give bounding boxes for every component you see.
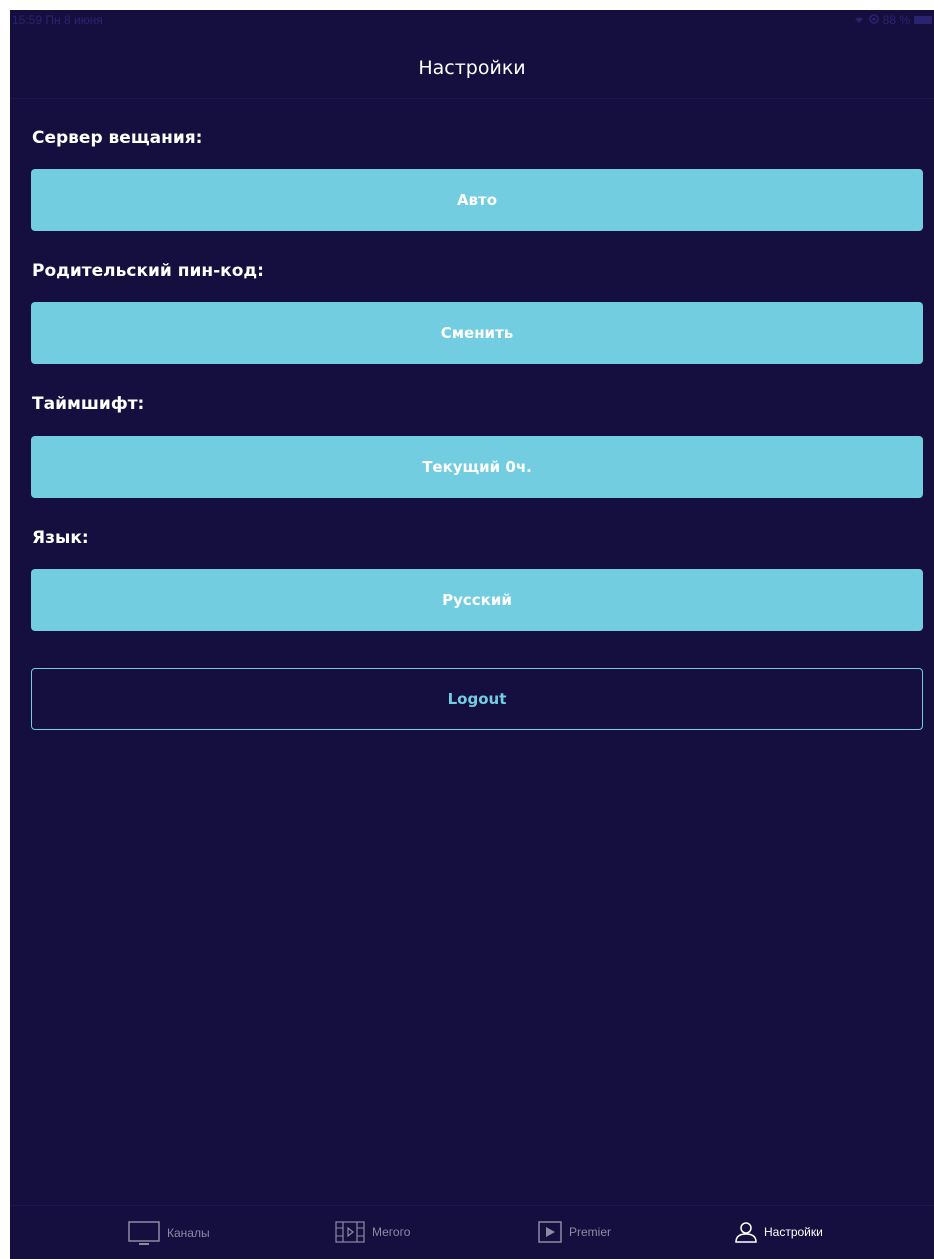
change-pin-button[interactable]: Сменить (31, 302, 923, 364)
timeshift-button[interactable]: Текущий 0ч. (31, 436, 923, 498)
status-bar: 15:59 Пн 8 июня 88 % (10, 10, 934, 30)
wifi-icon (853, 13, 865, 27)
tab-premier-label: Premier (569, 1225, 612, 1239)
tab-premier[interactable]: Premier (537, 1220, 611, 1244)
language-label: Язык: (32, 528, 89, 548)
tab-settings[interactable]: Настройки (734, 1220, 823, 1244)
broadcast-server-button[interactable]: Авто (31, 169, 923, 231)
page-title: Настройки (418, 57, 526, 79)
user-icon (734, 1220, 758, 1244)
play-icon (537, 1220, 563, 1244)
rotation-lock-icon (868, 13, 879, 27)
tab-settings-label: Настройки (764, 1225, 823, 1239)
tab-megogo[interactable]: Мегого (334, 1220, 410, 1244)
language-button[interactable]: Русский (31, 569, 923, 631)
battery-percent: 88 % (882, 13, 910, 27)
tab-channels[interactable]: Каналы (127, 1220, 210, 1246)
battery-icon (914, 16, 932, 24)
tv-icon (127, 1220, 161, 1246)
timeshift-label: Таймшифт: (32, 394, 145, 414)
tab-channels-label: Каналы (167, 1226, 210, 1240)
tab-bar: Каналы Мегого Premier Настройки (10, 1205, 934, 1259)
broadcast-server-label: Сервер вещания: (32, 128, 203, 148)
tab-megogo-label: Мегого (372, 1225, 411, 1239)
navigation-bar: Настройки (10, 30, 934, 99)
status-time: 15:59 Пн 8 июня (12, 13, 103, 27)
settings-screen: 15:59 Пн 8 июня 88 % Настройки Сервер ве… (10, 10, 934, 1259)
parental-pin-label: Родительский пин-код: (32, 261, 264, 281)
film-icon (334, 1220, 366, 1244)
logout-button[interactable]: Logout (31, 668, 923, 730)
status-indicators: 88 % (853, 13, 932, 27)
